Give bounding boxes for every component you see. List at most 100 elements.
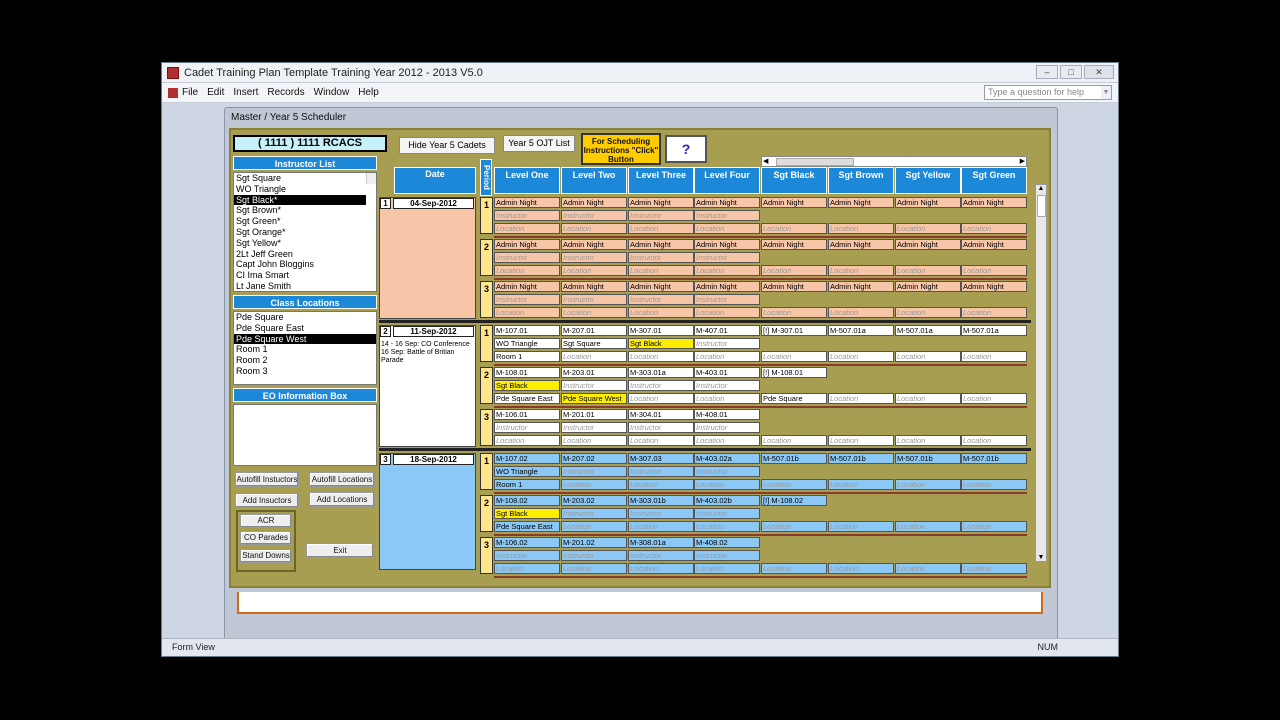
lesson-cell[interactable]: Admin Night bbox=[961, 239, 1027, 250]
add-instructors-button[interactable]: Add Insuctors bbox=[235, 493, 299, 508]
location-cell[interactable]: Room 1 bbox=[494, 479, 560, 490]
instructor-cell[interactable] bbox=[761, 380, 827, 391]
instructor-cell[interactable]: WO Triangle bbox=[494, 466, 560, 477]
location-cell[interactable]: Location bbox=[895, 393, 961, 404]
scheduling-instructions-button[interactable]: For Scheduling Instructions "Click" Butt… bbox=[581, 133, 661, 165]
lesson-cell[interactable] bbox=[828, 537, 894, 548]
instructor-cell[interactable]: Instructor bbox=[494, 252, 560, 263]
location-cell[interactable]: Location bbox=[828, 223, 894, 234]
lesson-cell[interactable]: Admin Night bbox=[961, 197, 1027, 208]
location-cell[interactable]: Location bbox=[961, 307, 1027, 318]
horizontal-scrollbar[interactable]: ◀ ▶ bbox=[761, 156, 1027, 167]
lesson-cell[interactable]: M-403.02b bbox=[694, 495, 760, 506]
location-cell[interactable]: Location bbox=[961, 435, 1027, 446]
chevron-down-icon[interactable]: ▼ bbox=[1101, 86, 1111, 99]
instructor-cell[interactable] bbox=[761, 508, 827, 519]
lesson-cell[interactable]: M-308.01a bbox=[628, 537, 694, 548]
instructor-cell[interactable] bbox=[961, 466, 1027, 477]
lesson-cell[interactable]: M-106.01 bbox=[494, 409, 560, 420]
instructor-list-item[interactable]: Sgt Yellow* bbox=[234, 238, 366, 249]
location-cell[interactable]: Location bbox=[561, 435, 627, 446]
location-cell[interactable]: Location bbox=[628, 265, 694, 276]
instructor-cell[interactable] bbox=[961, 422, 1027, 433]
horizontal-scroll-thumb[interactable] bbox=[776, 158, 854, 166]
location-cell[interactable]: Location bbox=[694, 521, 760, 532]
location-cell[interactable]: Location bbox=[561, 479, 627, 490]
stand-downs-button[interactable]: Stand Downs bbox=[240, 549, 292, 563]
location-cell[interactable]: Location bbox=[628, 479, 694, 490]
instructor-cell[interactable]: Instructor bbox=[694, 294, 760, 305]
instructor-cell[interactable] bbox=[828, 550, 894, 561]
instructor-cell[interactable]: Sgt Black bbox=[494, 508, 560, 519]
lesson-cell[interactable]: M-408.01 bbox=[694, 409, 760, 420]
lesson-cell[interactable]: Admin Night bbox=[694, 239, 760, 250]
menu-help[interactable]: Help bbox=[358, 87, 379, 98]
lesson-cell[interactable]: M-507.01b bbox=[895, 453, 961, 464]
location-cell[interactable]: Location bbox=[761, 479, 827, 490]
instructor-list-item[interactable]: Sgt Black* bbox=[234, 194, 366, 206]
location-list-item[interactable]: Room 2 bbox=[234, 355, 376, 366]
week-date[interactable]: 11-Sep-2012 bbox=[393, 326, 474, 337]
lesson-cell[interactable] bbox=[961, 409, 1027, 420]
location-cell[interactable]: Location bbox=[628, 223, 694, 234]
instructor-cell[interactable]: Instructor bbox=[561, 294, 627, 305]
lesson-cell[interactable]: Admin Night bbox=[895, 239, 961, 250]
lesson-cell[interactable] bbox=[828, 367, 894, 378]
instructor-cell[interactable]: Instructor bbox=[694, 422, 760, 433]
menu-window[interactable]: Window bbox=[314, 87, 350, 98]
instructor-cell[interactable] bbox=[961, 252, 1027, 263]
lesson-cell[interactable]: Admin Night bbox=[494, 197, 560, 208]
lesson-cell[interactable]: Admin Night bbox=[628, 197, 694, 208]
instructor-cell[interactable] bbox=[895, 466, 961, 477]
instructor-cell[interactable]: Instructor bbox=[494, 210, 560, 221]
acr-button[interactable]: ACR bbox=[240, 514, 292, 528]
location-cell[interactable]: Location bbox=[895, 351, 961, 362]
lesson-cell[interactable]: Admin Night bbox=[895, 281, 961, 292]
lesson-cell[interactable]: Admin Night bbox=[828, 281, 894, 292]
instructor-cell[interactable] bbox=[961, 550, 1027, 561]
instructor-cell[interactable]: Instructor bbox=[561, 380, 627, 391]
instructor-list-item[interactable]: 2Lt Jeff Green bbox=[234, 249, 366, 260]
lesson-cell[interactable]: Admin Night bbox=[561, 197, 627, 208]
instructor-cell[interactable]: Instructor bbox=[494, 294, 560, 305]
lesson-cell[interactable]: M-203.01 bbox=[561, 367, 627, 378]
lesson-cell[interactable]: M-106.02 bbox=[494, 537, 560, 548]
location-cell[interactable]: Location bbox=[828, 521, 894, 532]
help-question-button[interactable]: ? bbox=[665, 135, 707, 163]
instructor-list-scrollbar[interactable] bbox=[366, 173, 376, 184]
location-cell[interactable]: Location bbox=[828, 265, 894, 276]
lesson-cell[interactable]: Admin Night bbox=[561, 239, 627, 250]
lesson-cell[interactable]: M-207.02 bbox=[561, 453, 627, 464]
instructor-cell[interactable]: Instructor bbox=[694, 210, 760, 221]
lesson-cell[interactable] bbox=[828, 409, 894, 420]
location-cell[interactable]: Location bbox=[961, 479, 1027, 490]
lesson-cell[interactable] bbox=[961, 537, 1027, 548]
lesson-cell[interactable]: M-507.01a bbox=[828, 325, 894, 336]
instructor-cell[interactable] bbox=[828, 252, 894, 263]
lesson-cell[interactable]: M-107.02 bbox=[494, 453, 560, 464]
location-cell[interactable]: Location bbox=[628, 307, 694, 318]
location-cell[interactable]: Location bbox=[761, 351, 827, 362]
lesson-cell[interactable]: M-407.01 bbox=[694, 325, 760, 336]
lesson-cell[interactable]: M-108.01 bbox=[494, 367, 560, 378]
maximize-button[interactable]: □ bbox=[1060, 65, 1082, 79]
instructor-cell[interactable]: Instructor bbox=[561, 252, 627, 263]
location-cell[interactable]: Location bbox=[694, 351, 760, 362]
lesson-cell[interactable]: M-507.01b bbox=[828, 453, 894, 464]
location-cell[interactable]: Location bbox=[561, 521, 627, 532]
location-cell[interactable]: Location bbox=[828, 351, 894, 362]
scroll-down-icon[interactable]: ▼ bbox=[1036, 554, 1046, 561]
lesson-cell[interactable]: Admin Night bbox=[694, 197, 760, 208]
instructor-cell[interactable] bbox=[761, 252, 827, 263]
lesson-cell[interactable]: M-201.01 bbox=[561, 409, 627, 420]
location-cell[interactable]: Location bbox=[628, 351, 694, 362]
lesson-cell[interactable]: Admin Night bbox=[694, 281, 760, 292]
location-cell[interactable]: Location bbox=[895, 479, 961, 490]
lesson-cell[interactable]: M-304.01 bbox=[628, 409, 694, 420]
lesson-cell[interactable] bbox=[961, 367, 1027, 378]
instructor-cell[interactable] bbox=[761, 550, 827, 561]
location-cell[interactable]: Location bbox=[761, 307, 827, 318]
location-cell[interactable]: Location bbox=[494, 265, 560, 276]
location-cell[interactable]: Location bbox=[828, 393, 894, 404]
location-cell[interactable]: Location bbox=[761, 563, 827, 574]
